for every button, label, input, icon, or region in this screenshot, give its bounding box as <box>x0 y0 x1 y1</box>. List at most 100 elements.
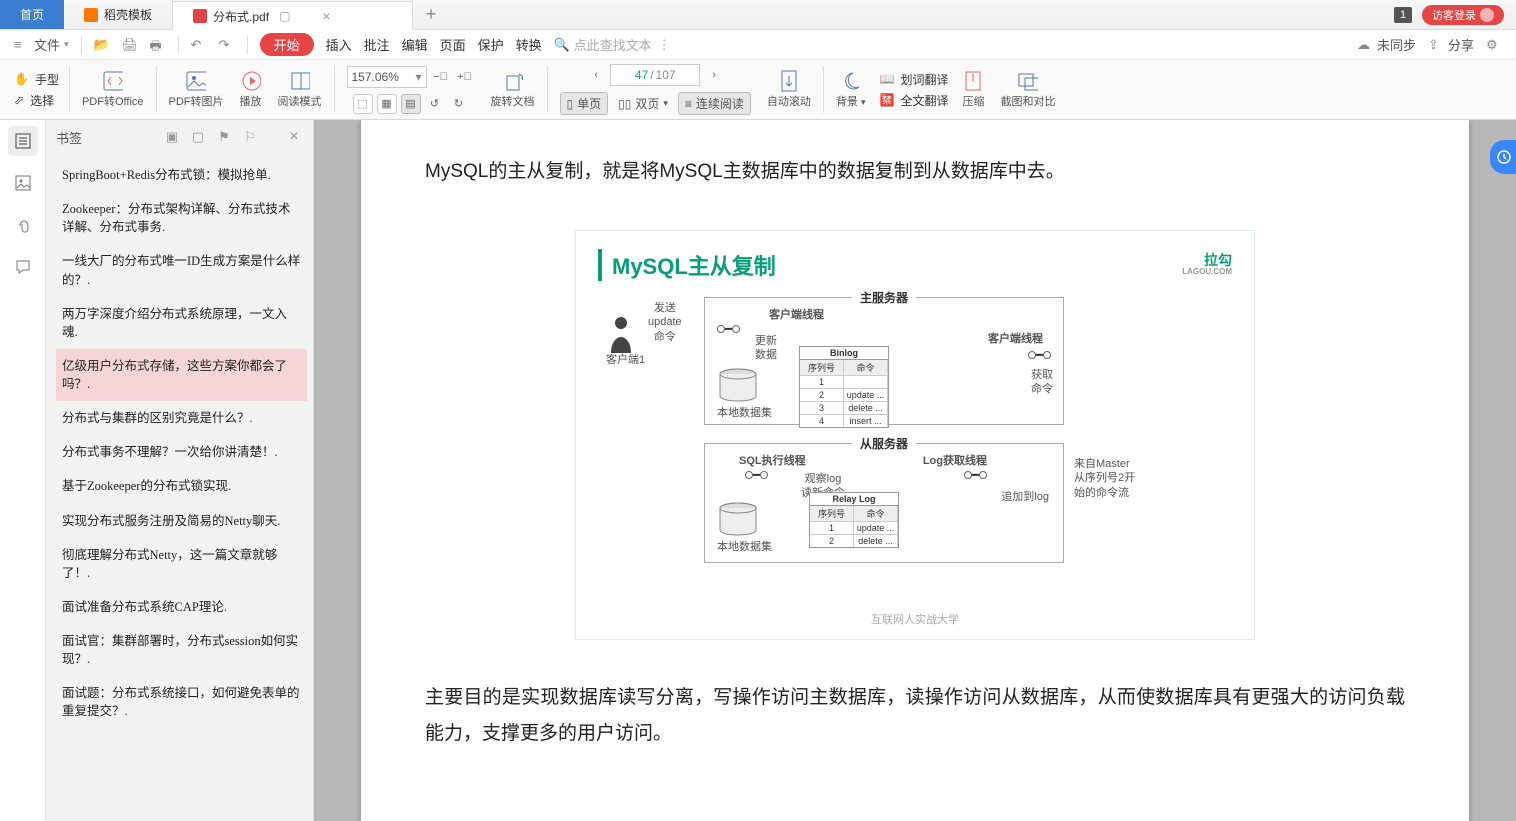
bookmark-item[interactable]: 一线大厂的分布式唯一ID生成方案是什么样的？. <box>56 244 307 296</box>
bookmark-item[interactable]: 基于Zookeeper的分布式锁实现. <box>56 469 307 503</box>
single-label: 单页 <box>577 95 601 112</box>
rotate-label: 旋转文档 <box>491 93 535 109</box>
rail-bookmarks[interactable] <box>8 126 38 156</box>
redo-icon[interactable]: ↷ <box>219 37 235 53</box>
hand-tool[interactable]: ✋手型 <box>14 71 59 88</box>
save-icon[interactable]: 🖨 <box>122 37 138 53</box>
cloud-icon: ☁ <box>1357 37 1373 53</box>
rotate-doc[interactable]: 旋转文档 <box>483 60 543 119</box>
menu-convert[interactable]: 转换 <box>516 35 542 54</box>
open-icon[interactable]: 📂 <box>94 37 110 53</box>
select-tool[interactable]: ⬀选择 <box>14 92 59 109</box>
slave-server-box: 从服务器 SQL执行线程 Log获取线程 ━ ━ 观察log 读新命令 追加到l… <box>704 443 1064 563</box>
side-toggle-button[interactable] <box>1490 140 1516 174</box>
client-thread-label: 客户端线程 <box>769 308 824 322</box>
send-update-label: 发送 update 命令 <box>648 301 682 344</box>
page-current: 47 <box>635 68 648 82</box>
fit-width-button[interactable]: ⬚ <box>353 94 373 114</box>
single-page-button[interactable]: ▯单页 <box>560 92 609 115</box>
rail-comments[interactable] <box>8 252 38 282</box>
bm-flag-icon[interactable]: ⚐ <box>241 129 259 145</box>
bookmark-item[interactable]: SpringBoot+Redis分布式锁：模拟抢单. <box>56 158 307 192</box>
bookmark-item[interactable]: 彻底理解分布式Netty，这一篇文章就够了！. <box>56 538 307 590</box>
bookmark-item[interactable]: Zookeeper：分布式架构详解、分布式技术详解、分布式事务. <box>56 192 307 244</box>
rail-attachments[interactable] <box>8 210 38 240</box>
bm-collapse-icon[interactable]: ▢ <box>189 129 207 145</box>
undo-icon[interactable]: ↶ <box>191 37 207 53</box>
book-icon <box>290 71 310 91</box>
login-button[interactable]: 访客登录 <box>1422 5 1504 25</box>
continuous-read-button[interactable]: ≡连续阅读 <box>678 92 751 115</box>
document-viewport[interactable]: MySQL的主从复制，就是将MySQL主数据库中的数据复制到从数据库中去。 My… <box>314 120 1516 821</box>
hand-icon: ✋ <box>14 72 29 86</box>
next-page-button[interactable]: › <box>704 65 724 85</box>
bookmark-item[interactable]: 面试官：集群部署时，分布式session如何实现？. <box>56 624 307 676</box>
page-number-field[interactable]: 47/107 <box>610 64 700 86</box>
menu-hamburger[interactable]: ≡文件▾ <box>14 35 69 54</box>
local-dataset-label-s: 本地数据集 <box>717 540 772 554</box>
rail-thumbnails[interactable] <box>8 168 38 198</box>
zoom-level[interactable]: 157.06%▾ <box>347 66 427 88</box>
fit-page-button[interactable]: ▦ <box>377 94 397 114</box>
tab-template[interactable]: 稻壳模板 <box>64 0 173 29</box>
tab-home[interactable]: 首页 <box>0 0 64 29</box>
print-icon[interactable]: 🖶 <box>150 37 166 53</box>
bm-add-icon[interactable]: ⚑ <box>215 129 233 145</box>
bookmark-item[interactable]: 两万字深度介绍分布式系统原理，一文入魂. <box>56 297 307 349</box>
dict-icon: 📖 <box>880 72 895 86</box>
bookmark-item[interactable]: 亿级用户分布式存储，这些方案你都会了吗？. <box>56 349 307 401</box>
zoom-out-button[interactable]: −⃝ <box>431 67 451 87</box>
double-label: 双页 <box>635 95 659 112</box>
background-button[interactable]: 背景 ▾ <box>828 60 874 119</box>
menu-start[interactable]: 开始 <box>260 33 314 56</box>
read-mode[interactable]: 阅读模式 <box>270 60 330 119</box>
bookmark-item[interactable]: 面试题：分布式系统接口，如何避免表单的重复提交？. <box>56 676 307 728</box>
play-button[interactable]: 播放 <box>232 60 270 119</box>
play-label: 播放 <box>240 93 262 109</box>
auto-scroll[interactable]: 自动滚动 <box>759 60 819 119</box>
menu-comment[interactable]: 批注 <box>364 35 390 54</box>
diagram-footer: 互联网人实战大学 <box>598 611 1232 627</box>
zoom-value: 157.06% <box>352 70 399 84</box>
pdf-to-office[interactable]: PDF转Office <box>74 60 152 119</box>
settings-icon[interactable]: ⚙ <box>1486 37 1502 53</box>
notification-badge[interactable]: 1 <box>1394 7 1412 23</box>
tab-add-button[interactable]: + <box>413 0 449 29</box>
double-page-button[interactable]: ▯▯双页▾ <box>612 93 674 114</box>
hamburger-icon: ≡ <box>14 37 30 53</box>
bookmark-item[interactable]: 面试准备分布式系统CAP理论. <box>56 590 307 624</box>
rotate-icon <box>503 71 523 91</box>
pdf2office-icon <box>103 71 123 91</box>
word-translate[interactable]: 📖划词翻译 <box>880 71 949 88</box>
tab-close-icon[interactable]: × <box>322 8 330 24</box>
menu-edit[interactable]: 编辑 <box>402 35 428 54</box>
bookmark-item[interactable]: 分布式事务不理解？一次给你讲清楚！. <box>56 435 307 469</box>
bookmark-list: SpringBoot+Redis分布式锁：模拟抢单.Zookeeper：分布式架… <box>46 154 313 821</box>
diagram-title: MySQL主从复制 <box>598 249 776 281</box>
autoscroll-label: 自动滚动 <box>767 93 811 109</box>
menu-page[interactable]: 页面 <box>440 35 466 54</box>
tab-maximize-icon[interactable]: ▢ <box>279 9 290 23</box>
search-field[interactable]: 🔍点此查找文本⋮ <box>554 35 671 54</box>
bg-label: 背景 <box>836 96 858 108</box>
pdf-to-image[interactable]: PDF转图片 <box>161 60 232 119</box>
rotate-left-button[interactable]: ↺ <box>425 94 445 114</box>
menu-insert[interactable]: 插入 <box>326 35 352 54</box>
actual-size-button[interactable]: ▤ <box>401 94 421 114</box>
prev-page-button[interactable]: ‹ <box>586 65 606 85</box>
bookmark-item[interactable]: 实现分布式服务注册及简易的Netty聊天. <box>56 504 307 538</box>
rotate-right-button[interactable]: ↻ <box>449 94 469 114</box>
sync-status[interactable]: ☁未同步 <box>1357 35 1416 54</box>
sync-label: 未同步 <box>1377 35 1416 54</box>
sql-thread-label: SQL执行线程 <box>739 454 806 468</box>
compress-button[interactable]: 压缩 <box>954 60 992 119</box>
share-button[interactable]: ⇪分享 <box>1428 35 1474 54</box>
tab-active-doc[interactable]: 分布式.pdf ▢ × <box>173 1 413 30</box>
bookmark-item[interactable]: 分布式与集群的区别究竟是什么？. <box>56 401 307 435</box>
bm-expand-icon[interactable]: ▣ <box>163 129 181 145</box>
menu-protect[interactable]: 保护 <box>478 35 504 54</box>
screenshot-compare[interactable]: 截图和对比 <box>992 60 1063 119</box>
bm-close-icon[interactable]: × <box>285 128 303 146</box>
full-translate[interactable]: 🈲全文翻译 <box>880 92 949 109</box>
zoom-in-button[interactable]: +⃝ <box>455 67 475 87</box>
